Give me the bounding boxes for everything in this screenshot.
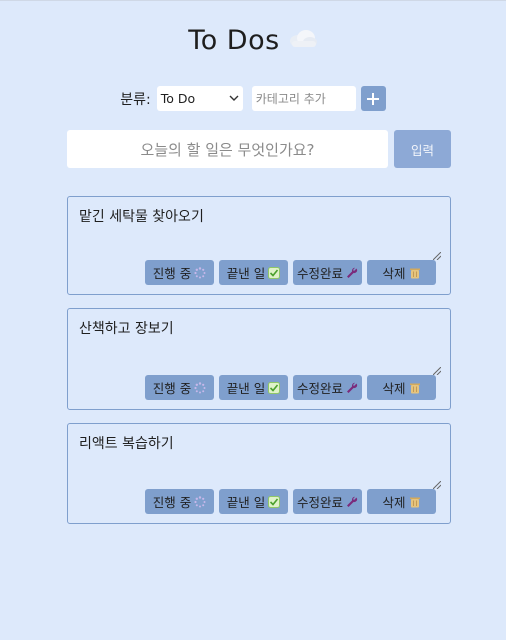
category-selected-value: To Do <box>160 91 196 106</box>
todo-actions: 진행 중 끝낸 일 수정완료 삭제 <box>145 375 436 400</box>
todo-textarea[interactable]: 산책하고 장보기 <box>79 318 174 338</box>
todo-card: 리액트 복습하기 진행 중 끝낸 일 수정완료 삭제 <box>67 423 451 524</box>
wrench-icon <box>347 382 358 393</box>
todo-actions: 진행 중 끝낸 일 수정완료 삭제 <box>145 489 436 514</box>
done-button[interactable]: 끝낸 일 <box>219 260 288 285</box>
doing-button[interactable]: 진행 중 <box>145 489 214 514</box>
todo-card: 산책하고 장보기 진행 중 끝낸 일 수정완료 삭제 <box>67 308 451 410</box>
add-category-button[interactable] <box>360 86 386 111</box>
header: To Dos <box>0 25 506 56</box>
check-box-icon <box>268 495 281 508</box>
done-label: 끝낸 일 <box>226 495 266 510</box>
category-label: 분류: <box>120 91 151 108</box>
edit-done-label: 수정완료 <box>296 495 343 510</box>
doing-label: 진행 중 <box>152 381 192 396</box>
edit-done-button[interactable]: 수정완료 <box>293 260 362 285</box>
edit-done-label: 수정완료 <box>296 381 343 396</box>
resize-handle-icon[interactable] <box>433 367 441 375</box>
trash-icon <box>409 268 420 278</box>
done-button[interactable]: 끝낸 일 <box>219 375 288 400</box>
delete-label: 삭제 <box>382 266 406 281</box>
done-label: 끝낸 일 <box>226 381 266 396</box>
todo-card: 맡긴 세탁물 찾아오기 진행 중 끝낸 일 수정완료 삭제 <box>67 196 451 295</box>
spinner-icon <box>194 495 206 507</box>
resize-handle-icon[interactable] <box>433 252 441 260</box>
delete-label: 삭제 <box>382 381 406 396</box>
plus-icon <box>367 92 380 105</box>
page-title: To Dos <box>188 25 280 56</box>
delete-button[interactable]: 삭제 <box>367 375 436 400</box>
trash-icon <box>409 383 420 393</box>
done-button[interactable]: 끝낸 일 <box>219 489 288 514</box>
chevron-down-icon <box>229 95 239 101</box>
done-label: 끝낸 일 <box>226 266 266 281</box>
delete-button[interactable]: 삭제 <box>367 260 436 285</box>
category-add-input[interactable]: 카테고리 추가 <box>251 86 356 111</box>
edit-done-button[interactable]: 수정완료 <box>293 489 362 514</box>
edit-done-button[interactable]: 수정완료 <box>293 375 362 400</box>
wrench-icon <box>347 496 358 507</box>
cloud-icon <box>289 29 317 47</box>
doing-button[interactable]: 진행 중 <box>145 260 214 285</box>
doing-label: 진행 중 <box>152 495 192 510</box>
wrench-icon <box>347 267 358 278</box>
todo-textarea[interactable]: 맡긴 세탁물 찾아오기 <box>79 206 204 226</box>
category-row: 분류: To Do 카테고리 추가 <box>0 86 506 111</box>
spinner-icon <box>194 266 206 278</box>
category-select[interactable]: To Do <box>156 86 243 111</box>
trash-icon <box>409 497 420 507</box>
todo-input[interactable]: 오늘의 할 일은 무엇인가요? <box>67 130 388 168</box>
resize-handle-icon[interactable] <box>433 481 441 489</box>
delete-button[interactable]: 삭제 <box>367 489 436 514</box>
delete-label: 삭제 <box>382 495 406 510</box>
edit-done-label: 수정완료 <box>296 266 343 281</box>
check-box-icon <box>268 266 281 279</box>
submit-button[interactable]: 입력 <box>394 130 451 168</box>
doing-label: 진행 중 <box>152 266 192 281</box>
spinner-icon <box>194 381 206 393</box>
todo-textarea[interactable]: 리액트 복습하기 <box>79 433 174 453</box>
todo-actions: 진행 중 끝낸 일 수정완료 삭제 <box>145 260 436 285</box>
doing-button[interactable]: 진행 중 <box>145 375 214 400</box>
check-box-icon <box>268 381 281 394</box>
